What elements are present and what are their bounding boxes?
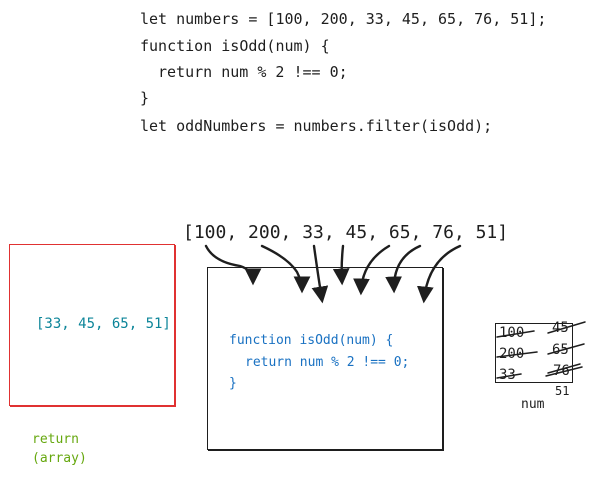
strike-100 [496, 330, 535, 338]
strike-45 [547, 321, 586, 334]
strike-33 [496, 373, 522, 379]
strike-65 [547, 343, 585, 355]
strike-200 [496, 351, 538, 358]
num-label: num [521, 397, 545, 412]
num-strikethroughs [496, 321, 586, 379]
